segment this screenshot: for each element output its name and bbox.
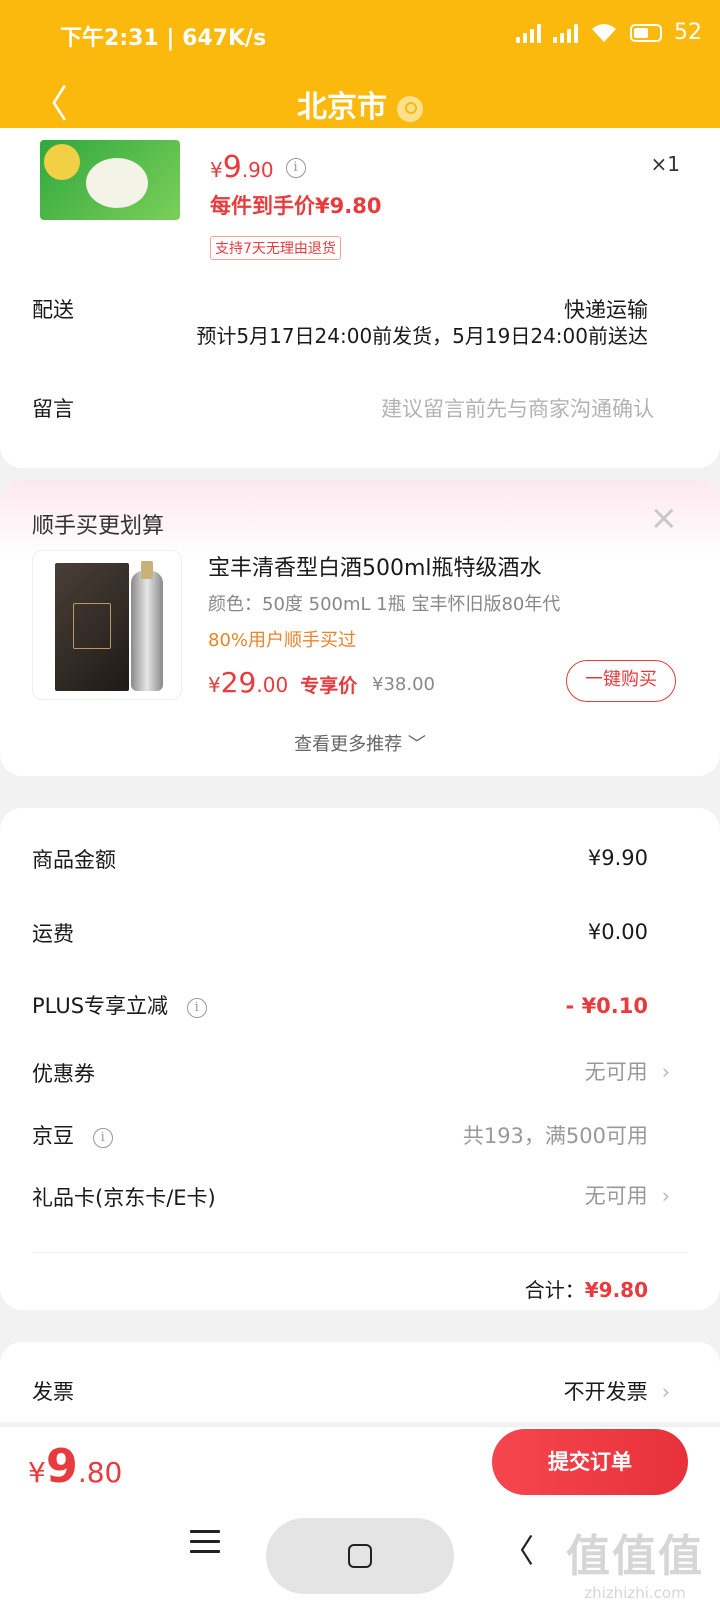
home-icon xyxy=(348,1544,372,1568)
invoice-row[interactable]: 不开发票 › xyxy=(564,1376,670,1406)
watermark-logo: 值值值 xyxy=(566,1531,704,1582)
menu-icon[interactable] xyxy=(190,1530,220,1560)
gift-card-row[interactable]: 无可用 › xyxy=(585,1180,670,1210)
plus-discount-row: PLUS专享立减 i xyxy=(32,990,207,1020)
wine-bottle-graphic xyxy=(131,561,163,691)
signal-icon-2 xyxy=(553,23,578,43)
product-quantity: ×1 xyxy=(650,152,680,176)
invoice-card[interactable]: 发票 不开发票 › xyxy=(0,1342,720,1422)
delivery-label: 配送 xyxy=(32,298,74,322)
total-label: 合计： xyxy=(524,1278,585,1302)
order-total: 合计：¥9.80 xyxy=(525,1274,648,1303)
price-integer: 29 xyxy=(220,666,257,699)
plus-discount-value: - ¥0.10 xyxy=(565,994,648,1018)
invoice-value: 不开发票 xyxy=(563,1380,648,1404)
home-button[interactable] xyxy=(266,1518,454,1594)
coupon-value: 无可用 xyxy=(584,1060,648,1084)
shipping-fee-value: ¥0.00 xyxy=(587,920,648,944)
currency-symbol: ¥ xyxy=(210,158,223,182)
currency-symbol: ¥ xyxy=(28,1456,46,1489)
price-summary-card: 商品金额 ¥9.90 运费 ¥0.00 PLUS专享立减 i - ¥0.10 优… xyxy=(0,808,720,1310)
total-value: ¥9.80 xyxy=(584,1278,648,1302)
recommend-product-image[interactable] xyxy=(32,550,182,700)
watermark: 值值值 zhizhizhi.com xyxy=(566,1520,704,1600)
wine-box-graphic xyxy=(55,563,129,691)
signal-icon xyxy=(516,23,541,43)
jd-bean-row: 京豆 i xyxy=(32,1120,113,1150)
chevron-right-icon: › xyxy=(661,1184,670,1208)
battery-icon xyxy=(630,23,662,42)
divider xyxy=(32,1252,688,1253)
battery-level: 52 xyxy=(674,20,702,45)
gift-card-label: 礼品卡(京东卡/E卡) xyxy=(32,1186,216,1210)
goods-amount-value: ¥9.90 xyxy=(587,846,648,870)
close-icon[interactable]: × xyxy=(650,498,679,538)
exclusive-price-label: 专享价 xyxy=(300,675,358,697)
chevron-right-icon: › xyxy=(661,1060,670,1084)
jd-bean-value[interactable]: 共193，满500可用 xyxy=(463,1120,648,1150)
recommend-product-users: 80%用户顺手买过 xyxy=(208,630,357,651)
system-nav-bar: 〈 值值值 zhizhizhi.com xyxy=(0,1508,720,1600)
delivery-estimate[interactable]: 预计5月17日24:00前发货，5月19日24:00前送达 xyxy=(196,320,648,349)
recommend-product-spec: 颜色：50度 500mL 1瓶 宝丰怀旧版80年代 xyxy=(208,594,561,615)
product-price: ¥9.90 i xyxy=(210,150,306,185)
plus-discount-label: PLUS专享立减 xyxy=(32,994,169,1018)
back-nav-icon[interactable]: 〈 xyxy=(502,1526,534,1572)
price-decimal: .90 xyxy=(241,158,274,182)
info-icon[interactable]: i xyxy=(285,158,306,178)
see-more-recommendations[interactable]: 查看更多推荐 ﹀ xyxy=(0,730,720,756)
coupon-label: 优惠券 xyxy=(32,1062,95,1086)
memo-input[interactable]: 建议留言前先与商家沟通确认 xyxy=(381,393,654,423)
recommend-product-price: ¥29.00 专享价 xyxy=(208,666,357,699)
currency-symbol: ¥ xyxy=(208,673,221,697)
chevron-right-icon: › xyxy=(661,1380,670,1404)
jd-bean-label: 京豆 xyxy=(32,1124,74,1148)
gift-card-value: 无可用 xyxy=(584,1184,648,1208)
checkout-price: ¥9.80 xyxy=(28,1439,122,1493)
location-icon xyxy=(397,95,423,122)
coupon-row[interactable]: 无可用 › xyxy=(585,1056,670,1086)
per-item-price: 每件到手价¥9.80 xyxy=(210,194,382,218)
recommend-card: 顺手买更划算 × 宝丰清香型白酒500ml瓶特级酒水 颜色：50度 500mL … xyxy=(0,480,720,776)
recommend-title: 顺手买更划算 xyxy=(32,514,165,539)
wifi-icon xyxy=(592,23,616,42)
info-icon[interactable]: i xyxy=(186,998,207,1018)
goods-amount-label: 商品金额 xyxy=(32,848,116,872)
shipping-fee-label: 运费 xyxy=(32,922,74,946)
info-icon[interactable]: i xyxy=(92,1128,113,1148)
invoice-label: 发票 xyxy=(32,1380,74,1404)
price-integer: 9 xyxy=(45,1439,78,1493)
submit-order-button[interactable]: 提交订单 xyxy=(492,1429,688,1495)
price-decimal: .00 xyxy=(256,673,289,697)
price-integer: 9 xyxy=(222,150,242,185)
memo-label: 留言 xyxy=(32,397,74,421)
one-click-buy-button[interactable]: 一键购买 xyxy=(566,660,676,702)
recommend-original-price: ¥38.00 xyxy=(372,674,435,695)
status-time: 下午2:31 | 647K/s xyxy=(60,26,267,51)
watermark-url: zhizhizhi.com xyxy=(584,1584,686,1600)
return-policy-tag: 支持7天无理由退货 xyxy=(210,236,341,260)
status-bar: 下午2:31 | 647K/s 52 xyxy=(0,0,720,70)
page-title[interactable]: 北京市 xyxy=(0,82,720,126)
recommend-product-name[interactable]: 宝丰清香型白酒500ml瓶特级酒水 xyxy=(208,550,542,582)
status-icons: 52 xyxy=(516,20,702,45)
price-decimal: .80 xyxy=(77,1456,123,1489)
city-label: 北京市 xyxy=(297,90,387,125)
product-thumbnail[interactable] xyxy=(40,140,180,220)
checkout-bar: ¥9.80 提交订单 xyxy=(0,1426,720,1508)
